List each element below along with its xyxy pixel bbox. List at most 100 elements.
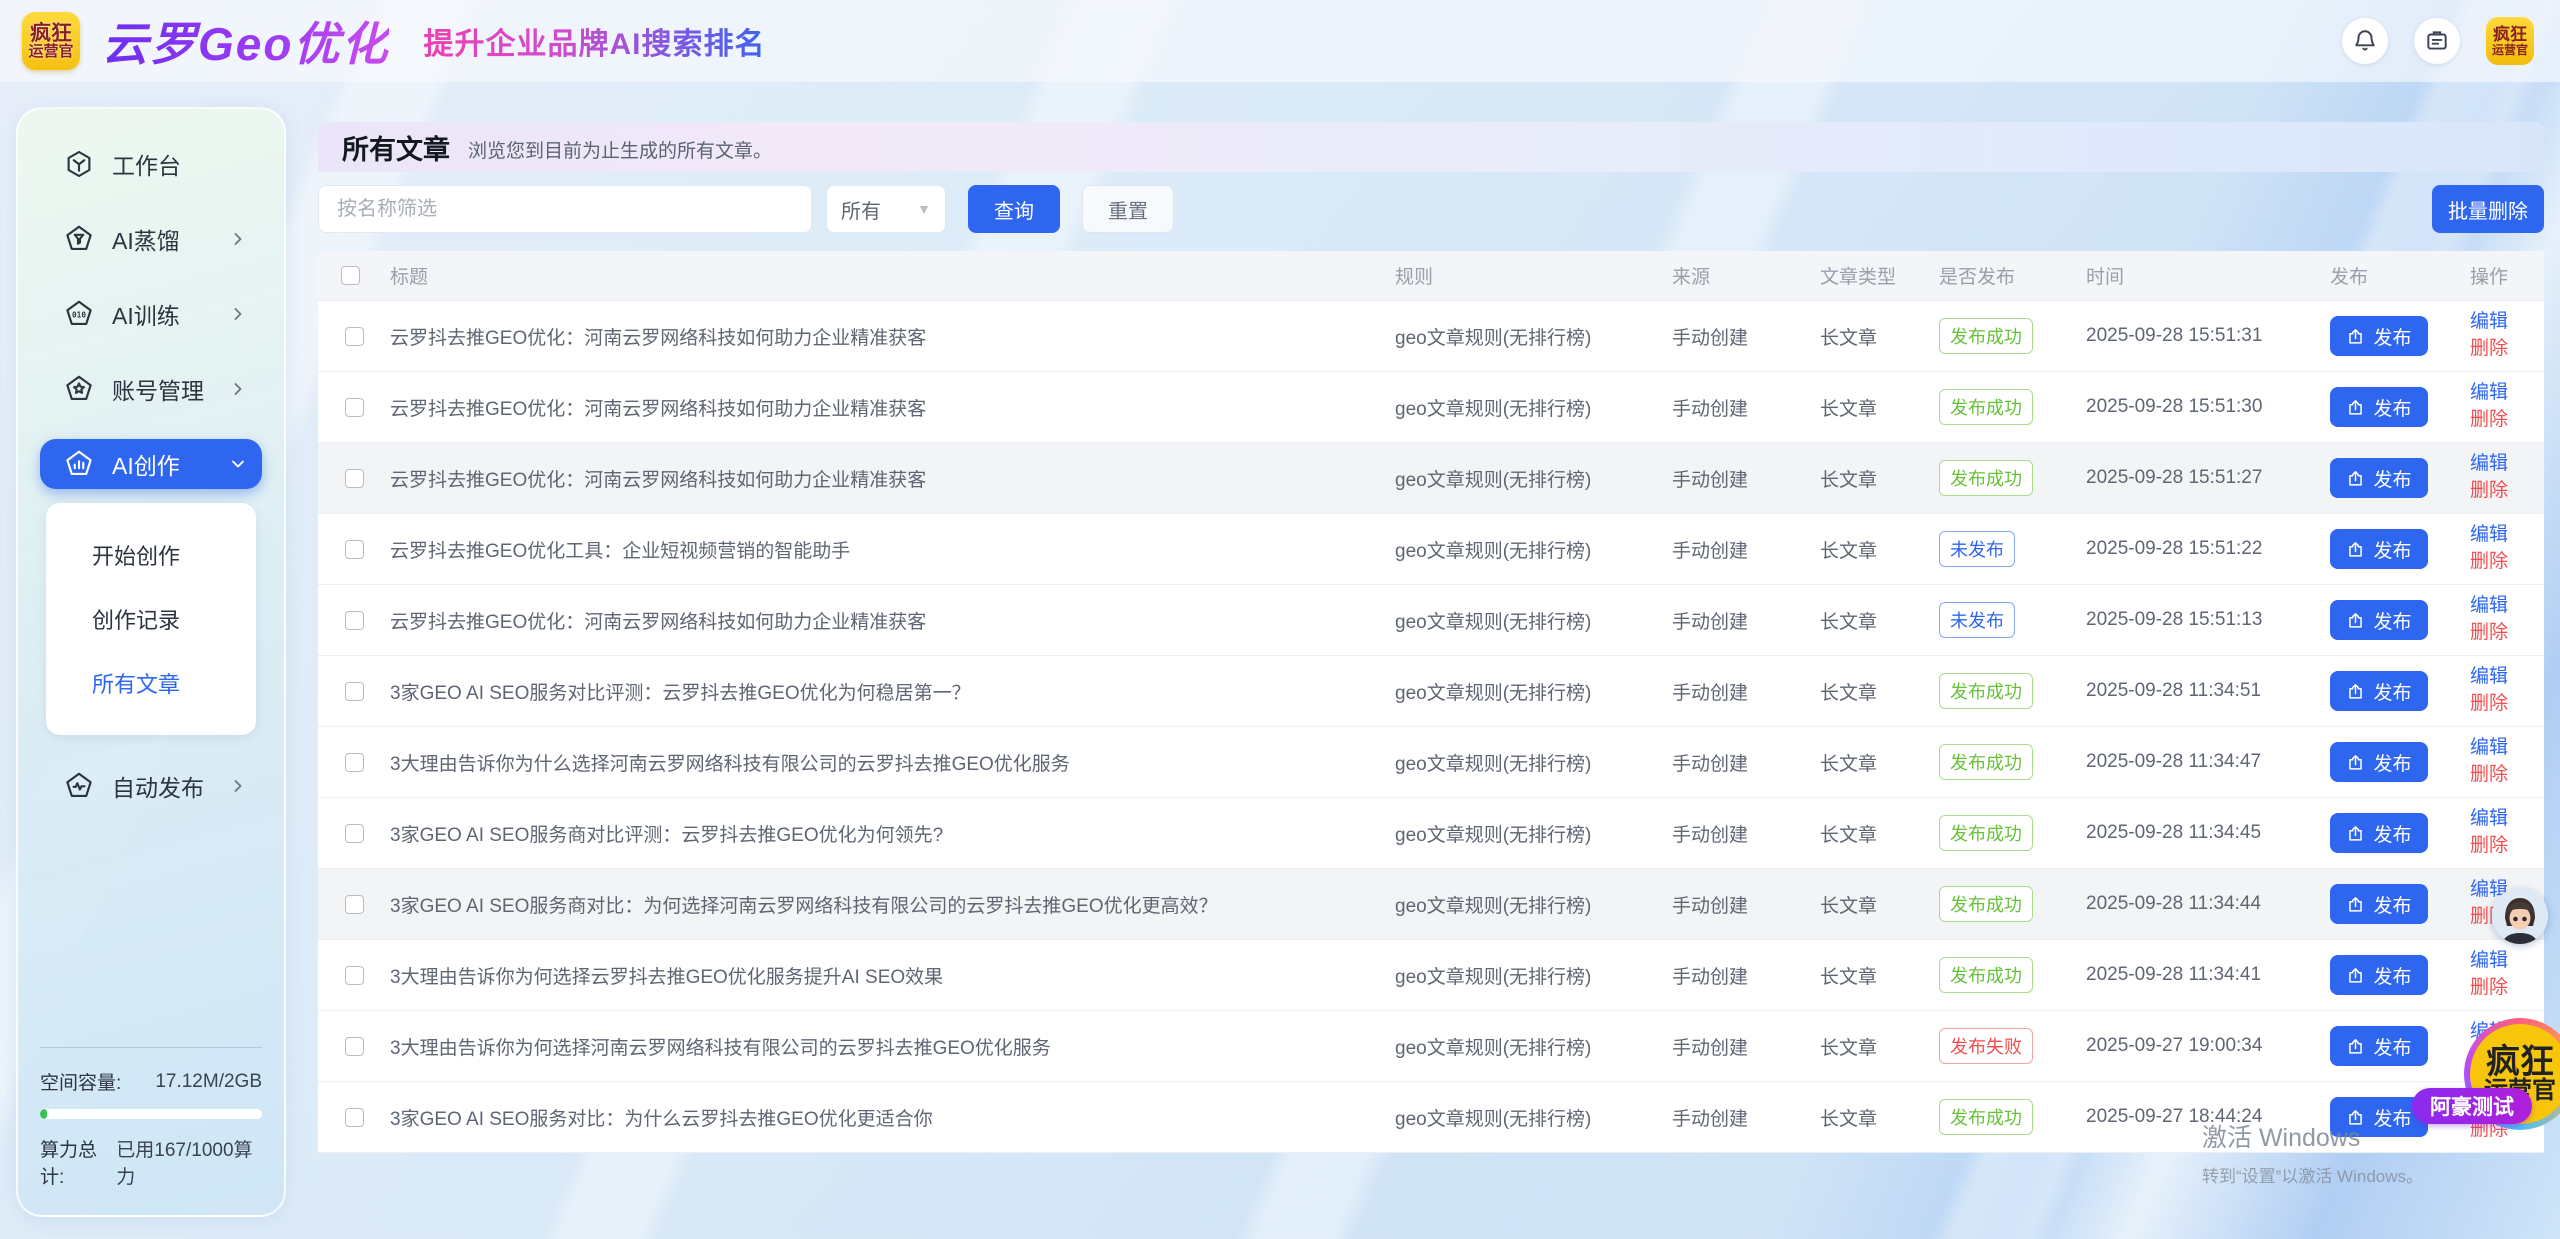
row-checkbox[interactable] [345,611,364,630]
delete-link[interactable]: 删除 [2470,621,2508,646]
delete-link[interactable]: 删除 [2470,479,2508,504]
sidebar-stats: 空间容量: 17.12M/2GB 算力总计: 已用167/1000算力 [40,1047,262,1189]
sidebar-item-ai-distill[interactable]: AI蒸馏 [40,214,262,264]
edit-link[interactable]: 编辑 [2470,381,2508,406]
article-rule: geo文章规则(无排行榜) [1395,891,1672,918]
status-badge: 未发布 [1939,531,2015,567]
publish-button[interactable]: 发布 [2330,884,2428,924]
publish-button[interactable]: 发布 [2330,387,2428,427]
table-row: 云罗抖去推GEO优化：河南云罗网络科技如何助力企业精准获客 geo文章规则(无排… [318,585,2544,656]
publish-button[interactable]: 发布 [2330,458,2428,498]
row-checkbox[interactable] [345,824,364,843]
orders-board-button[interactable] [2414,18,2460,64]
publish-button[interactable]: 发布 [2330,955,2428,995]
row-checkbox[interactable] [345,682,364,701]
row-checkbox[interactable] [345,469,364,488]
row-checkbox[interactable] [345,327,364,346]
publish-button[interactable]: 发布 [2330,600,2428,640]
sidebar-item-workbench[interactable]: 工作台 [40,139,262,189]
article-time: 2025-09-27 18:44:24 [2086,1106,2330,1128]
status-badge: 发布成功 [1939,957,2033,993]
storage-progress-bar [40,1109,262,1119]
publish-button[interactable]: 发布 [2330,316,2428,356]
article-type: 长文章 [1820,536,1939,563]
sidebar-item-ai-train[interactable]: 010 AI训练 [40,289,262,339]
submenu-item-create-records[interactable]: 创作记录 [46,587,256,651]
select-all-checkbox[interactable] [341,266,360,285]
submenu-item-all-articles[interactable]: 所有文章 [46,651,256,715]
article-type: 长文章 [1820,465,1939,492]
publish-button[interactable]: 发布 [2330,529,2428,569]
article-type: 长文章 [1820,678,1939,705]
article-type: 长文章 [1820,607,1939,634]
table-row: 3大理由告诉你为何选择河南云罗网络科技有限公司的云罗抖去推GEO优化服务 geo… [318,1011,2544,1082]
row-checkbox[interactable] [345,895,364,914]
sidebar-item-ai-create[interactable]: AI创作 [40,439,262,489]
article-title: 3家GEO AI SEO服务对比评测：云罗抖去推GEO优化为何稳居第一？ [390,678,1395,705]
sidebar-item-account-mgmt[interactable]: 账号管理 [40,364,262,414]
edit-link[interactable]: 编辑 [2470,665,2508,690]
article-source: 手动创建 [1672,749,1820,776]
publish-button[interactable]: 发布 [2330,1026,2428,1066]
batch-delete-button[interactable]: 批量删除 [2432,185,2544,233]
column-header-rule: 规则 [1395,262,1672,289]
article-time: 2025-09-28 15:51:13 [2086,609,2330,631]
publish-button[interactable]: 发布 [2330,671,2428,711]
article-title: 云罗抖去推GEO优化：河南云罗网络科技如何助力企业精准获客 [390,323,1395,350]
table-row: 3大理由告诉你为什么选择河南云罗网络科技有限公司的云罗抖去推GEO优化服务 ge… [318,727,2544,798]
article-time: 2025-09-27 19:00:34 [2086,1035,2330,1057]
table-body: 云罗抖去推GEO优化：河南云罗网络科技如何助力企业精准获客 geo文章规则(无排… [318,301,2544,1153]
delete-link[interactable]: 删除 [2470,550,2508,575]
upload-icon [2346,469,2365,488]
notification-bell-button[interactable] [2342,18,2388,64]
delete-link[interactable]: 删除 [2470,337,2508,362]
row-checkbox[interactable] [345,540,364,559]
search-input[interactable] [318,185,812,233]
article-rule: geo文章规则(无排行榜) [1395,1033,1672,1060]
chevron-right-icon [228,776,248,796]
row-checkbox[interactable] [345,1037,364,1056]
article-source: 手动创建 [1672,891,1820,918]
edit-link[interactable]: 编辑 [2470,310,2508,335]
status-badge: 发布成功 [1939,744,2033,780]
reset-button[interactable]: 重置 [1082,185,1174,233]
delete-link[interactable]: 删除 [2470,976,2508,1001]
delete-link[interactable]: 删除 [2470,408,2508,433]
row-checkbox[interactable] [345,398,364,417]
row-checkbox[interactable] [345,1108,364,1127]
article-rule: geo文章规则(无排行榜) [1395,536,1672,563]
delete-link[interactable]: 删除 [2470,834,2508,859]
query-button[interactable]: 查询 [968,185,1060,233]
edit-link[interactable]: 编辑 [2470,452,2508,477]
article-time: 2025-09-28 11:34:44 [2086,893,2330,915]
edit-link[interactable]: 编辑 [2470,807,2508,832]
article-source: 手动创建 [1672,962,1820,989]
article-time: 2025-09-28 11:34:41 [2086,964,2330,986]
publish-button[interactable]: 发布 [2330,742,2428,782]
row-checkbox[interactable] [345,966,364,985]
tester-name-pill[interactable]: 阿豪测试 [2412,1088,2532,1124]
row-checkbox[interactable] [345,753,364,772]
delete-link[interactable]: 删除 [2470,763,2508,788]
svg-text:010: 010 [72,310,86,319]
assistant-avatar[interactable] [2492,888,2548,944]
article-time: 2025-09-28 11:34:47 [2086,751,2330,773]
filter-bar: 所有 ▼ 查询 重置 批量删除 [318,185,2544,233]
article-type: 长文章 [1820,820,1939,847]
publish-button[interactable]: 发布 [2330,813,2428,853]
article-title: 3大理由告诉你为何选择云罗抖去推GEO优化服务提升AI SEO效果 [390,962,1395,989]
edit-link[interactable]: 编辑 [2470,523,2508,548]
submenu-item-start-create[interactable]: 开始创作 [46,523,256,587]
ai-create-icon [64,449,94,479]
edit-link[interactable]: 编辑 [2470,594,2508,619]
type-select[interactable]: 所有 ▼ [826,185,946,233]
sidebar: 工作台 AI蒸馏 010 AI训练 账号管理 AI创作 开始创作 创作记录 所有… [16,107,286,1217]
edit-link[interactable]: 编辑 [2470,736,2508,761]
sidebar-item-auto-publish[interactable]: 自动发布 [40,761,262,811]
delete-link[interactable]: 删除 [2470,692,2508,717]
article-rule: geo文章规则(无排行榜) [1395,1104,1672,1131]
edit-link[interactable]: 编辑 [2470,949,2508,974]
article-rule: geo文章规则(无排行榜) [1395,962,1672,989]
article-time: 2025-09-28 15:51:31 [2086,325,2330,347]
user-avatar-badge[interactable]: 疯狂 运营官 [2486,17,2534,65]
